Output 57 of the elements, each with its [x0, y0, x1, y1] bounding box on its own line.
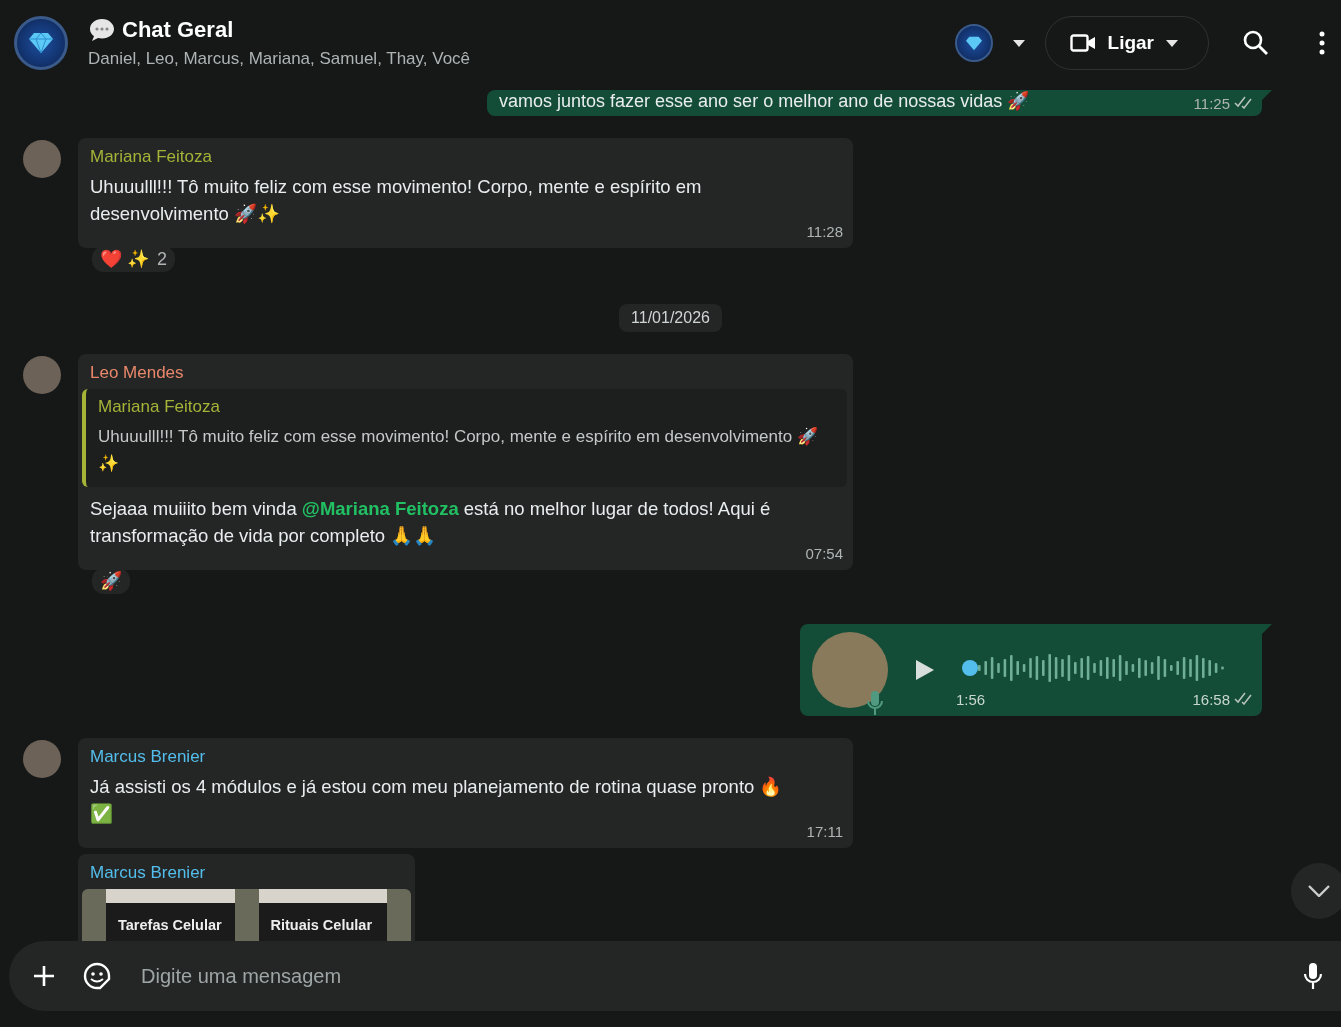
reaction-count: 2	[157, 248, 168, 270]
diamond-icon	[965, 35, 982, 51]
member-list: Daniel, Leo, Marcus, Mariana, Samuel, Thay, Você	[88, 49, 955, 69]
playback-thumb[interactable]	[962, 659, 978, 676]
quoted-text: Uhuuulll!!! Tô muito feliz com esse movimento! Corpo, mente e espírito em desenvolvimento 🚀✨	[98, 426, 819, 475]
group-menu-button[interactable]	[954, 24, 1025, 62]
message-time: 07:54	[805, 545, 843, 562]
reaction-emoji: 🚀	[100, 570, 122, 592]
double-check-icon	[1234, 690, 1252, 705]
image-preview[interactable]: Tarefas Celular Rituais Celular	[82, 889, 411, 941]
reaction-emoji: ❤ ✨	[100, 248, 149, 270]
plus-icon	[33, 965, 55, 987]
search-icon	[1243, 30, 1269, 56]
screenshot-label: Tarefas Celular	[118, 917, 222, 933]
message-text: vamos juntos fazer esse ano ser o melhor ano de nossas vidas 🚀	[499, 90, 1030, 112]
more-vertical-icon	[1319, 31, 1325, 55]
audio-duration: 1:56	[956, 690, 986, 708]
double-check-icon	[1234, 95, 1252, 109]
message-text: Sejaaa muiiito bem vinda @Mariana Feitoza está no melhor lugar de todos! Aqui é transformação de vida por completo 🙏🙏	[90, 497, 772, 548]
microphone-icon	[866, 690, 884, 716]
chevron-down-icon	[1308, 885, 1330, 897]
sender-name: Marcus Brenier	[90, 747, 206, 767]
microphone-icon	[1303, 962, 1323, 990]
sticker-button[interactable]	[83, 962, 111, 990]
chat-title: Chat Geral	[122, 17, 234, 43]
sender-name: Marcus Brenier	[90, 863, 206, 883]
caret-icon	[1012, 39, 1025, 47]
message-text: Já assisti os 4 módulos e já estou com meu planejamento de rotina quase pronto 🔥✅	[90, 775, 784, 826]
play-icon	[916, 660, 934, 680]
microphone-button[interactable]	[1303, 962, 1323, 990]
sender-name: Mariana Feitoza	[90, 147, 212, 167]
avatar-placeholder[interactable]	[23, 740, 61, 778]
avatar-placeholder[interactable]	[23, 356, 61, 394]
menu-button[interactable]	[1319, 31, 1325, 55]
attach-button[interactable]	[33, 965, 55, 987]
avatar-placeholder[interactable]	[23, 140, 61, 178]
group-avatar[interactable]	[14, 16, 68, 70]
sticker-icon	[83, 962, 111, 990]
message-time: 16:58	[1192, 690, 1230, 708]
scroll-down-button[interactable]	[1291, 863, 1341, 919]
message-field[interactable]: Digite uma mensagem	[9, 941, 1341, 1011]
caret-icon	[1166, 39, 1178, 47]
date-divider: 11/01/2026	[619, 304, 722, 332]
message-time: 11:25	[1193, 95, 1230, 112]
message-text: Uhuuulll!!! Tô muito feliz com esse movimento! Corpo, mente e espírito em desenvolvimento 🚀✨	[90, 175, 703, 226]
quoted-sender: Mariana Feitoza	[98, 397, 220, 417]
play-button[interactable]	[916, 660, 934, 680]
message-time: 17:11	[806, 823, 843, 840]
search-button[interactable]	[1243, 30, 1269, 56]
diamond-icon	[29, 32, 53, 54]
sender-name: Leo Mendes	[90, 363, 184, 383]
screenshot-label: Rituais Celular	[270, 917, 373, 933]
message-input[interactable]: Digite uma mensagem	[139, 963, 1275, 989]
quoted-message[interactable]: Mariana Feitoza Uhuuulll!!! Tô muito feliz com esse movimento! Corpo, mente e espírito em desenvolvimento 🚀✨	[82, 389, 847, 487]
video-camera-icon	[1069, 33, 1096, 53]
message-time: 11:28	[806, 223, 843, 240]
speech-bubble-icon	[88, 17, 116, 43]
